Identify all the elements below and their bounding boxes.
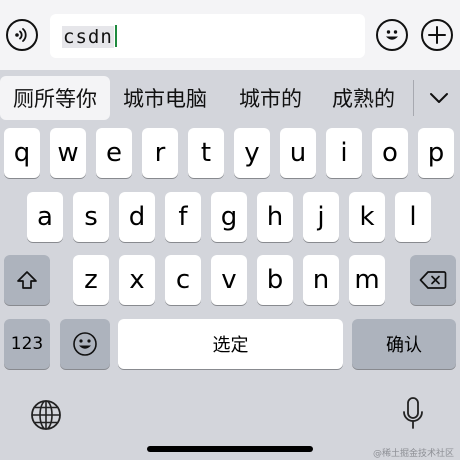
key-s[interactable]: s <box>73 192 109 242</box>
key-o[interactable]: o <box>372 128 408 178</box>
expand-candidates-button[interactable] <box>420 78 458 118</box>
numbers-key[interactable]: 123 <box>4 319 50 369</box>
emoji-button[interactable] <box>376 19 408 51</box>
key-t[interactable]: t <box>188 128 224 178</box>
shift-icon <box>17 271 37 289</box>
key-n[interactable]: n <box>303 255 339 305</box>
voice-icon <box>15 28 27 42</box>
watermark: @稀土掘金技术社区 <box>372 449 454 459</box>
chevron-down-icon <box>430 93 448 103</box>
key-j[interactable]: j <box>303 192 339 242</box>
key-h[interactable]: h <box>257 192 293 242</box>
composing-text: csdn <box>62 26 114 48</box>
key-k[interactable]: k <box>349 192 385 242</box>
key-m[interactable]: m <box>349 255 385 305</box>
space-key[interactable]: 选定 <box>118 319 343 369</box>
key-g[interactable]: g <box>211 192 247 242</box>
key-p[interactable]: p <box>418 128 454 178</box>
candidate-bar: 厕所等你 城市电脑 城市的 成熟的 <box>0 72 460 126</box>
more-button[interactable] <box>421 19 453 51</box>
key-d[interactable]: d <box>119 192 155 242</box>
candidate-item[interactable]: 城市电脑 <box>117 76 213 120</box>
typed-text: csdn <box>62 25 117 49</box>
input-bar: csdn <box>0 0 460 70</box>
key-v[interactable]: v <box>211 255 247 305</box>
candidate-item[interactable]: 城市的 <box>233 76 308 120</box>
key-w[interactable]: w <box>50 128 86 178</box>
backspace-key[interactable] <box>410 255 456 305</box>
key-q[interactable]: q <box>4 128 40 178</box>
key-a[interactable]: a <box>27 192 63 242</box>
key-b[interactable]: b <box>257 255 293 305</box>
voice-input-button[interactable] <box>6 19 38 51</box>
backspace-icon <box>419 271 447 289</box>
plus-icon <box>428 26 446 44</box>
message-input[interactable]: csdn <box>50 14 365 58</box>
shift-key[interactable] <box>4 255 50 305</box>
key-y[interactable]: y <box>234 128 270 178</box>
confirm-key[interactable]: 确认 <box>352 319 456 369</box>
candidate-divider <box>413 80 414 116</box>
emoji-key[interactable] <box>60 319 110 369</box>
key-i[interactable]: i <box>326 128 362 178</box>
globe-icon[interactable] <box>30 399 62 435</box>
key-f[interactable]: f <box>165 192 201 242</box>
microphone-icon[interactable] <box>401 396 425 436</box>
key-l[interactable]: l <box>395 192 431 242</box>
candidate-item[interactable]: 厕所等你 <box>0 76 110 120</box>
text-caret <box>114 25 117 47</box>
home-indicator <box>147 446 313 452</box>
key-x[interactable]: x <box>119 255 155 305</box>
key-u[interactable]: u <box>280 128 316 178</box>
smiley-icon <box>386 30 398 40</box>
smiley-icon <box>73 332 97 356</box>
key-c[interactable]: c <box>165 255 201 305</box>
key-e[interactable]: e <box>96 128 132 178</box>
key-r[interactable]: r <box>142 128 178 178</box>
candidate-item[interactable]: 成熟的 <box>326 76 401 120</box>
key-z[interactable]: z <box>73 255 109 305</box>
